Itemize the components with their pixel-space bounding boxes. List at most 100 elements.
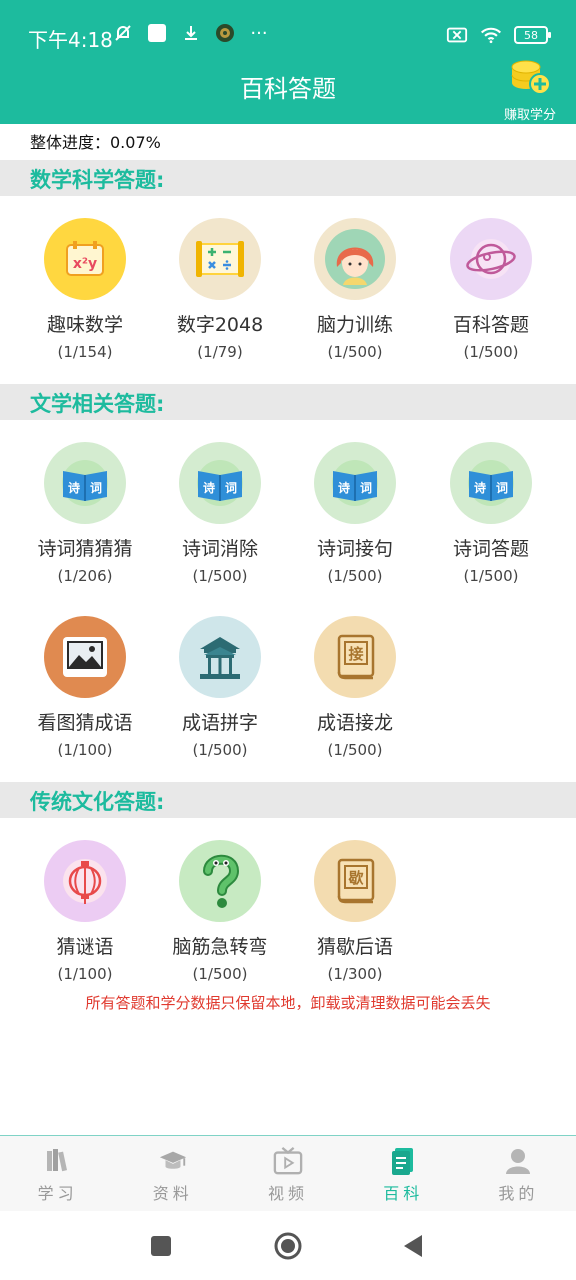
quiz-item-brain-training[interactable]: 脑力训练 (1/500) [287, 218, 423, 361]
item-count: (1/300) [327, 965, 383, 983]
tab-materials[interactable]: 资料 [115, 1136, 230, 1211]
quiz-item-poetry-guess[interactable]: 诗 词 诗词猜猜猜 (1/206) [17, 442, 153, 585]
earn-credits-label: 赚取学分 [503, 108, 556, 123]
tab-label: 视频 [268, 1184, 309, 1203]
item-name: 诗词消除 [181, 538, 258, 560]
document-icon [388, 1146, 418, 1176]
app-badge-icon [214, 22, 236, 44]
svg-text:诗: 诗 [203, 480, 215, 495]
svg-text:词: 词 [360, 481, 372, 495]
tab-label: 我的 [498, 1184, 539, 1203]
tv-play-icon [273, 1146, 303, 1176]
tab-study[interactable]: 学习 [0, 1136, 115, 1211]
item-name: 诗词猜猜猜 [37, 538, 133, 560]
quiz-item-poetry-continue[interactable]: 诗 词 诗词接句 (1/500) [287, 442, 423, 585]
status-bar: 下午4:18 ··· 58 [0, 0, 576, 72]
user-icon [503, 1146, 533, 1176]
battery-icon: 58 [514, 26, 551, 44]
mute-icon [112, 22, 134, 44]
download-icon [180, 22, 202, 44]
question-mark-icon [179, 840, 261, 922]
app-header: 下午4:18 ··· 58 百科答题 赚取学分 [0, 0, 576, 124]
quiz-item-riddles[interactable]: 猜谜语 (1/100) [17, 840, 153, 983]
section-header-literature: 文学相关答题: [0, 384, 576, 420]
pavilion-icon [179, 616, 261, 698]
quiz-item-idiom-spell[interactable]: 成语拼字 (1/500) [152, 616, 288, 759]
quiz-item-picture-idiom[interactable]: 看图猜成语 (1/100) [17, 616, 153, 759]
tab-mine[interactable]: 我的 [461, 1136, 576, 1211]
overall-progress: 整体进度：0.07% [30, 133, 161, 152]
xie-book-icon: 歇 [314, 840, 396, 922]
page-title: 百科答题 [240, 75, 336, 103]
item-name: 成语拼字 [181, 712, 258, 734]
svg-text:接: 接 [348, 645, 363, 663]
svg-text:词: 词 [225, 481, 237, 495]
svg-text:歇: 歇 [347, 869, 363, 887]
item-count: (1/79) [197, 343, 243, 361]
item-count: (1/500) [463, 567, 519, 585]
quiz-item-number-2048[interactable]: 数字2048 (1/79) [152, 218, 288, 361]
item-count: (1/154) [57, 343, 113, 361]
tab-label: 学习 [37, 1184, 78, 1203]
item-name: 脑力训练 [316, 314, 393, 336]
item-name: 脑筋急转弯 [172, 936, 268, 958]
svg-text:词: 词 [90, 481, 102, 495]
svg-text:诗: 诗 [474, 480, 486, 495]
svg-text:词: 词 [496, 481, 508, 495]
status-time: 下午4:18 [28, 28, 113, 52]
bottom-tab-bar: 学习 资料 视频 百科 我的 [0, 1135, 576, 1211]
item-count: (1/500) [327, 343, 383, 361]
brain-training-icon [314, 218, 396, 300]
data-warning: 所有答题和学分数据只保留本地，卸载或清理数据可能会丢失 [85, 994, 491, 1012]
item-name: 诗词接句 [316, 538, 393, 560]
item-count: (1/500) [327, 567, 383, 585]
earn-credits-button[interactable]: 赚取学分 [500, 58, 560, 123]
item-count: (1/206) [57, 567, 113, 585]
quiz-item-xiehouyu[interactable]: 歇 猜歇后语 (1/300) [287, 840, 423, 983]
svg-text:诗: 诗 [68, 480, 80, 495]
notification-square-icon [146, 22, 168, 44]
picture-icon [44, 616, 126, 698]
encyclopedia-planet-icon [450, 218, 532, 300]
item-count: (1/500) [192, 965, 248, 983]
coins-plus-icon [508, 60, 552, 102]
more-dots-icon: ··· [250, 22, 268, 44]
jie-book-icon: 接 [314, 616, 396, 698]
item-count: (1/500) [463, 343, 519, 361]
svg-text:x²y: x²y [73, 256, 97, 272]
item-name: 趣味数学 [46, 314, 123, 336]
quiz-item-poetry-eliminate[interactable]: 诗 词 诗词消除 (1/500) [152, 442, 288, 585]
fun-math-icon: x²y [44, 218, 126, 300]
no-sim-icon [446, 24, 468, 46]
item-name: 成语接龙 [316, 712, 393, 734]
item-name: 猜歇后语 [316, 936, 393, 958]
tab-label: 百科 [383, 1184, 424, 1203]
lantern-icon [44, 840, 126, 922]
home-button[interactable] [273, 1231, 303, 1261]
svg-text:诗: 诗 [338, 480, 350, 495]
books-icon [43, 1146, 73, 1176]
quiz-item-idiom-chain[interactable]: 接 成语接龙 (1/500) [287, 616, 423, 759]
tab-video[interactable]: 视频 [230, 1136, 345, 1211]
quiz-item-encyclopedia[interactable]: 百科答题 (1/500) [423, 218, 559, 361]
section-title: 文学相关答题: [30, 392, 165, 416]
item-count: (1/500) [192, 567, 248, 585]
recents-button[interactable] [146, 1231, 176, 1261]
item-name: 看图猜成语 [37, 712, 133, 734]
section-header-culture: 传统文化答题: [0, 782, 576, 818]
wifi-icon [480, 24, 502, 46]
tab-encyclopedia[interactable]: 百科 [346, 1136, 461, 1211]
item-name: 诗词答题 [452, 538, 529, 560]
section-header-math: 数学科学答题: [0, 160, 576, 196]
quiz-item-brain-teaser[interactable]: 脑筋急转弯 (1/500) [152, 840, 288, 983]
item-name: 数字2048 [176, 314, 264, 336]
quiz-item-poetry-quiz[interactable]: 诗 词 诗词答题 (1/500) [423, 442, 559, 585]
back-button[interactable] [398, 1231, 428, 1261]
poetry-book-icon: 诗 词 [314, 442, 396, 524]
poetry-book-icon: 诗 词 [179, 442, 261, 524]
quiz-item-fun-math[interactable]: x²y 趣味数学 (1/154) [17, 218, 153, 361]
graduation-cap-icon [158, 1146, 188, 1176]
item-count: (1/100) [57, 965, 113, 983]
poetry-book-icon: 诗 词 [44, 442, 126, 524]
item-count: (1/100) [57, 741, 113, 759]
